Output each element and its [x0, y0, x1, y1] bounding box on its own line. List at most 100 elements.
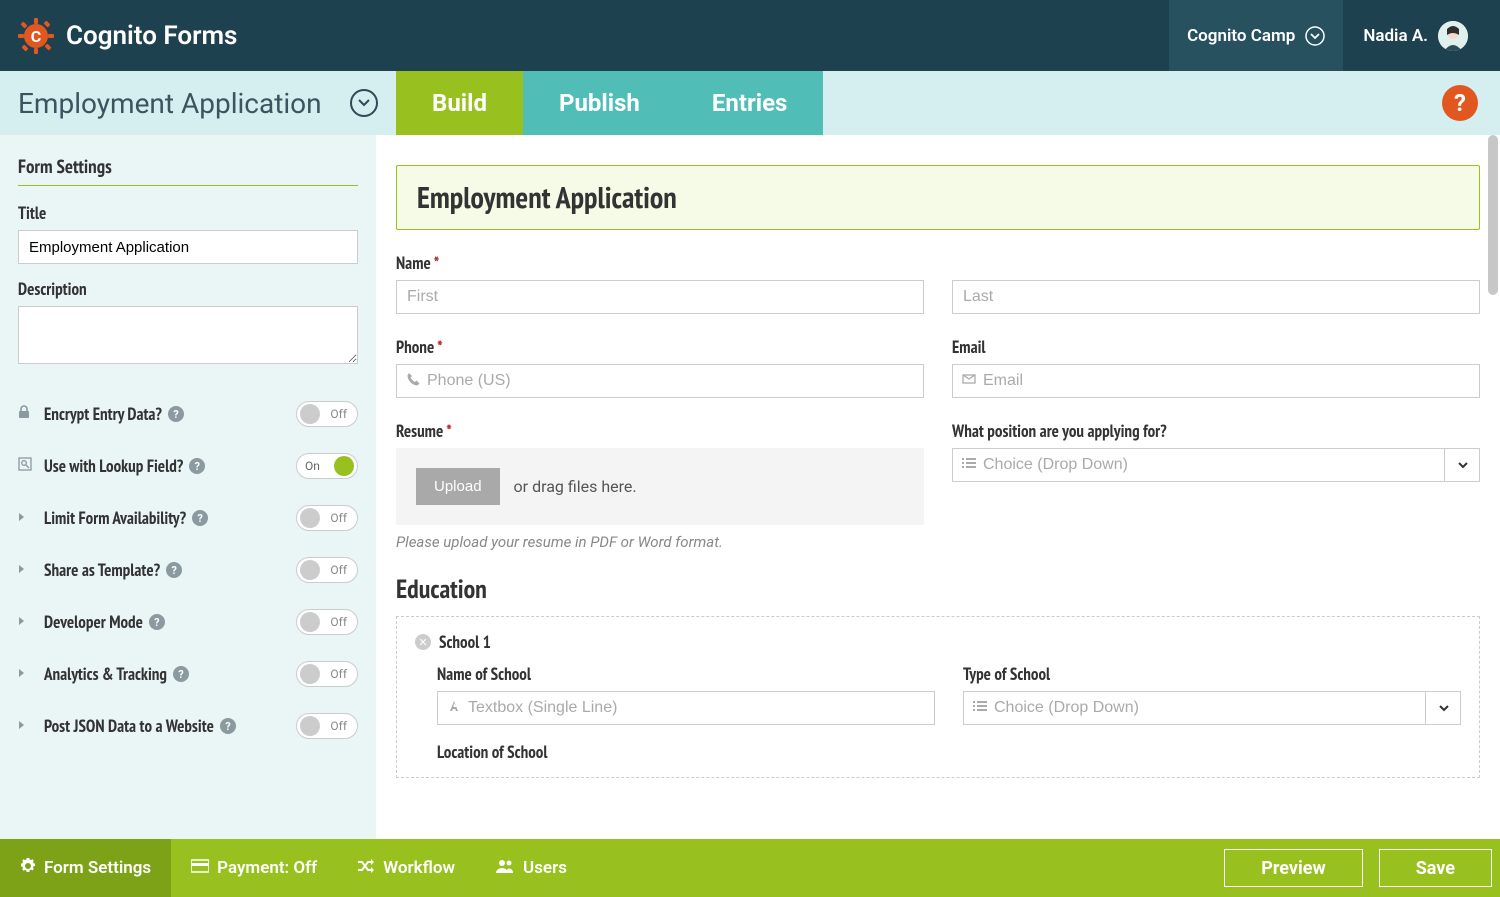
form-canvas: Employment Application Name * Phone * — [376, 135, 1500, 839]
save-button[interactable]: Save — [1379, 849, 1492, 887]
setting-label: Limit Form Availability? — [44, 507, 186, 529]
list-icon — [973, 699, 987, 717]
form-name-dropdown[interactable] — [350, 89, 378, 117]
footer-form-settings[interactable]: Form Settings — [0, 839, 171, 897]
footer-users[interactable]: Users — [475, 839, 587, 897]
help-icon[interactable]: ? — [173, 666, 189, 682]
caret-right-icon — [18, 719, 36, 734]
logo-icon: C — [18, 18, 54, 54]
description-label: Description — [18, 278, 358, 300]
upload-hint: or drag files here. — [514, 477, 637, 496]
caret-right-icon — [18, 511, 36, 526]
toggle-4[interactable]: Off — [296, 609, 358, 635]
footer-bar: Form Settings Payment: Off Workflow User… — [0, 839, 1500, 897]
users-icon — [495, 858, 515, 878]
preview-button[interactable]: Preview — [1224, 849, 1362, 887]
setting-label: Encrypt Entry Data? — [44, 403, 162, 425]
help-icon[interactable]: ? — [192, 510, 208, 526]
name-label: Name * — [396, 252, 924, 274]
resume-label: Resume * — [396, 420, 924, 442]
position-label: What position are you applying for? — [952, 420, 1480, 442]
toggle-2[interactable]: Off — [296, 505, 358, 531]
sidebar: Form Settings Title Description Encrypt … — [0, 135, 376, 839]
upload-button[interactable]: Upload — [416, 468, 500, 505]
avatar — [1438, 21, 1468, 51]
name-last-input[interactable] — [952, 280, 1480, 314]
phone-label: Phone * — [396, 336, 924, 358]
form-name-area: Employment Application — [0, 71, 396, 135]
card-icon — [191, 858, 209, 878]
email-input[interactable] — [952, 364, 1480, 398]
tab-entries[interactable]: Entries — [676, 71, 824, 135]
upload-dropzone[interactable]: Upload or drag files here. — [396, 448, 924, 525]
position-select[interactable] — [952, 448, 1480, 482]
lookup-icon — [18, 457, 36, 475]
setting-row: Limit Form Availability?? Off — [18, 492, 358, 544]
school-name-input[interactable] — [437, 691, 935, 725]
school-type-select[interactable] — [963, 691, 1461, 725]
toggle-6[interactable]: Off — [296, 713, 358, 739]
help-button[interactable]: ? — [1442, 85, 1478, 121]
setting-label: Share as Template? — [44, 559, 160, 581]
setting-label: Analytics & Tracking — [44, 663, 167, 685]
form-title-field[interactable]: Employment Application — [396, 165, 1480, 230]
tabs: Build Publish Entries — [396, 71, 823, 135]
user-name: Nadia A. — [1363, 26, 1428, 46]
chevron-down-icon — [1305, 26, 1325, 46]
shuffle-icon — [357, 858, 375, 878]
education-heading: Education — [396, 573, 1480, 606]
title-input[interactable] — [18, 230, 358, 264]
footer-payment[interactable]: Payment: Off — [171, 839, 337, 897]
org-selector[interactable]: Cognito Camp — [1169, 0, 1343, 71]
form-title-text: Employment Application — [417, 178, 1459, 217]
delete-school-button[interactable]: ✕ — [415, 634, 431, 650]
school-title: School 1 — [439, 631, 491, 653]
footer-workflow[interactable]: Workflow — [337, 839, 475, 897]
school-name-label: Name of School — [437, 663, 935, 685]
setting-label: Developer Mode — [44, 611, 143, 633]
caret-right-icon — [18, 667, 36, 682]
chevron-down-icon[interactable] — [1444, 448, 1480, 482]
subheader: Employment Application Build Publish Ent… — [0, 71, 1500, 135]
scrollbar[interactable] — [1488, 135, 1498, 295]
phone-input[interactable] — [396, 364, 924, 398]
toggle-0[interactable]: Off — [296, 401, 358, 427]
toggle-5[interactable]: Off — [296, 661, 358, 687]
help-icon[interactable]: ? — [166, 562, 182, 578]
list-icon — [962, 456, 976, 474]
school-type-label: Type of School — [963, 663, 1461, 685]
caret-right-icon — [18, 563, 36, 578]
help-icon[interactable]: ? — [220, 718, 236, 734]
logo[interactable]: C Cognito Forms — [18, 18, 237, 54]
help-icon[interactable]: ? — [168, 406, 184, 422]
title-label: Title — [18, 202, 358, 224]
education-section[interactable]: ✕ School 1 Name of School — [396, 616, 1480, 778]
setting-row: Use with Lookup Field?? On — [18, 440, 358, 492]
setting-row: Analytics & Tracking? Off — [18, 648, 358, 700]
resume-help-text: Please upload your resume in PDF or Word… — [396, 533, 924, 551]
product-name: Cognito Forms — [66, 21, 237, 51]
text-icon — [447, 699, 461, 717]
setting-row: Encrypt Entry Data?? Off — [18, 388, 358, 440]
name-first-input[interactable] — [396, 280, 924, 314]
setting-label: Use with Lookup Field? — [44, 455, 183, 477]
tab-publish[interactable]: Publish — [523, 71, 676, 135]
chevron-down-icon[interactable] — [1425, 691, 1461, 725]
gear-icon — [20, 858, 36, 879]
toggle-1[interactable]: On — [296, 453, 358, 479]
description-input[interactable] — [18, 306, 358, 364]
phone-icon — [406, 372, 420, 390]
user-menu[interactable]: Nadia A. — [1343, 21, 1482, 51]
tab-build[interactable]: Build — [396, 71, 523, 135]
app-header: C Cognito Forms Cognito Camp Nadia A. — [0, 0, 1500, 71]
caret-right-icon — [18, 615, 36, 630]
help-icon[interactable]: ? — [149, 614, 165, 630]
toggle-3[interactable]: Off — [296, 557, 358, 583]
setting-row: Share as Template?? Off — [18, 544, 358, 596]
setting-row: Developer Mode? Off — [18, 596, 358, 648]
lock-icon — [18, 405, 36, 423]
org-name: Cognito Camp — [1187, 26, 1295, 46]
school-location-label: Location of School — [437, 741, 1461, 763]
email-label: Email — [952, 336, 1480, 358]
help-icon[interactable]: ? — [189, 458, 205, 474]
